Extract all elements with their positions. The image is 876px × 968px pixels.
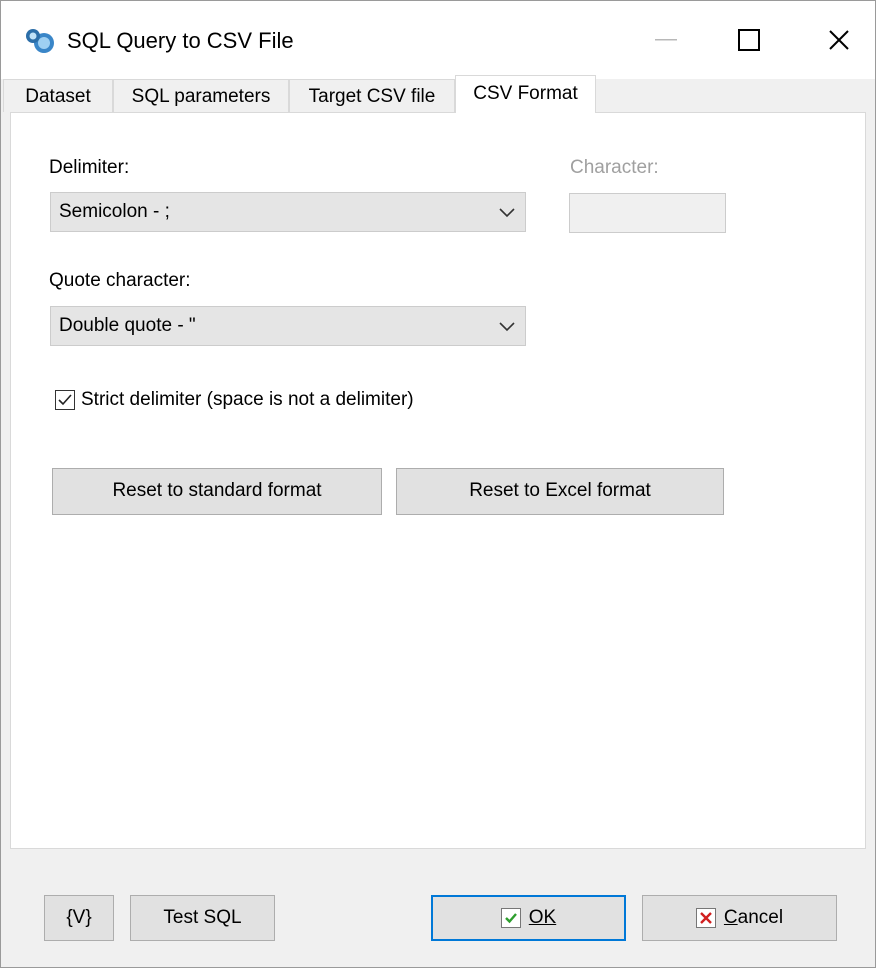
cancel-button[interactable]: Cancel: [642, 895, 837, 941]
delimiter-select[interactable]: Semicolon - ;: [50, 192, 526, 232]
dialog-window: SQL Query to CSV File Dataset SQL parame…: [0, 0, 876, 968]
delimiter-label: Delimiter:: [49, 157, 130, 178]
app-icon: [25, 27, 55, 55]
chevron-down-icon: [499, 322, 515, 332]
checkmark-icon: [58, 394, 72, 406]
close-button[interactable]: [809, 19, 869, 61]
quote-character-select[interactable]: Double quote - ": [50, 306, 526, 346]
character-input: [569, 193, 726, 233]
quote-character-label: Quote character:: [49, 270, 191, 291]
strict-delimiter-checkbox[interactable]: [55, 390, 75, 410]
reset-standard-format-button[interactable]: Reset to standard format: [52, 468, 382, 515]
ok-label: OK: [528, 907, 557, 928]
tab-target-csv-file[interactable]: Target CSV file: [289, 79, 455, 112]
csv-format-page: Delimiter: Character: Semicolon - ; Quot…: [10, 112, 866, 849]
checkmark-icon: [500, 908, 521, 928]
character-label: Character:: [570, 157, 659, 178]
delimiter-select-value: Semicolon - ;: [59, 201, 170, 222]
maximize-button[interactable]: [719, 19, 779, 61]
window-title: SQL Query to CSV File: [67, 28, 294, 53]
tab-sql-parameters[interactable]: SQL parameters: [113, 79, 289, 112]
close-icon: [829, 30, 849, 50]
tab-dataset[interactable]: Dataset: [3, 79, 113, 112]
strict-delimiter-label[interactable]: Strict delimiter (space is not a delimit…: [81, 389, 414, 411]
minimize-icon: [655, 39, 677, 41]
variables-button[interactable]: {V}: [44, 895, 114, 941]
tab-strip: Dataset SQL parameters Target CSV file C…: [1, 75, 875, 113]
x-icon: [695, 908, 716, 928]
tab-csv-format[interactable]: CSV Format: [455, 75, 596, 113]
reset-excel-format-button[interactable]: Reset to Excel format: [396, 468, 724, 515]
quote-select-value: Double quote - ": [59, 315, 196, 336]
maximize-icon: [738, 29, 760, 51]
minimize-button[interactable]: [636, 19, 696, 61]
ok-button[interactable]: OK: [431, 895, 626, 941]
title-bar: SQL Query to CSV File: [1, 1, 875, 79]
cancel-label: Cancel: [723, 907, 784, 928]
chevron-down-icon: [499, 208, 515, 218]
test-sql-button[interactable]: Test SQL: [130, 895, 275, 941]
